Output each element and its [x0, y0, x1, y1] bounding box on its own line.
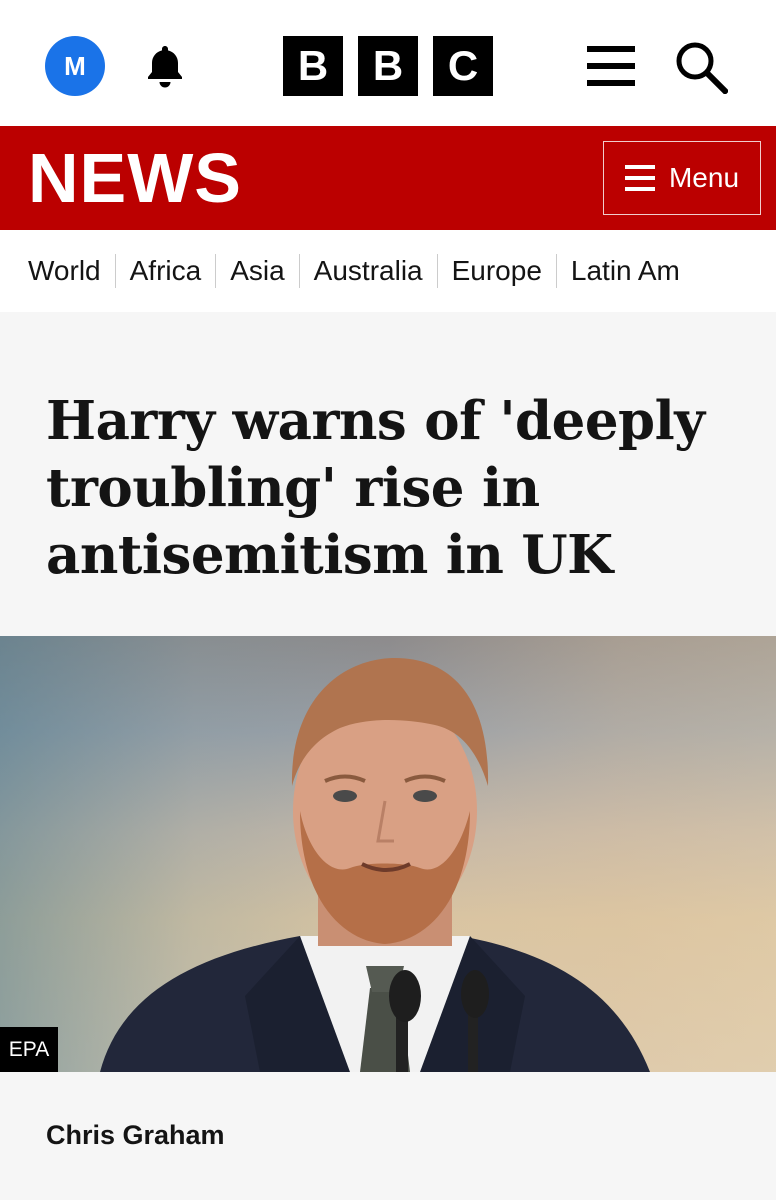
nav-item-world[interactable]: World — [28, 254, 115, 288]
nav-item-africa[interactable]: Africa — [116, 254, 216, 288]
bbc-logo[interactable]: B B C — [283, 36, 493, 96]
bbc-logo-letter: C — [433, 36, 493, 96]
article-headline: Harry warns of 'deeply troubling' rise i… — [46, 390, 705, 586]
hamburger-icon[interactable] — [587, 44, 635, 88]
search-icon[interactable] — [674, 40, 728, 94]
nav-item-europe[interactable]: Europe — [438, 254, 556, 288]
menu-icon — [624, 165, 655, 191]
nav-item-latin-america[interactable]: Latin Am — [557, 254, 694, 288]
bell-icon[interactable] — [141, 42, 189, 90]
portrait-illustration — [100, 658, 650, 1072]
menu-button-label: Menu — [668, 162, 740, 193]
top-bar: M B B C — [0, 0, 776, 126]
news-logo[interactable]: NEWS — [28, 140, 242, 216]
nav-item-australia[interactable]: Australia — [300, 254, 437, 288]
menu-button[interactable]: Menu — [603, 141, 761, 215]
bbc-logo-letter: B — [283, 36, 343, 96]
article-byline[interactable]: Chris Graham — [46, 1120, 225, 1151]
nav-item-asia[interactable]: Asia — [216, 254, 298, 288]
account-avatar[interactable]: M — [45, 36, 105, 96]
image-credit: EPA — [0, 1027, 58, 1072]
section-nav: World Africa Asia Australia Europe Latin… — [0, 230, 776, 312]
bbc-logo-letter: B — [358, 36, 418, 96]
article-lead-image[interactable] — [0, 636, 776, 1072]
